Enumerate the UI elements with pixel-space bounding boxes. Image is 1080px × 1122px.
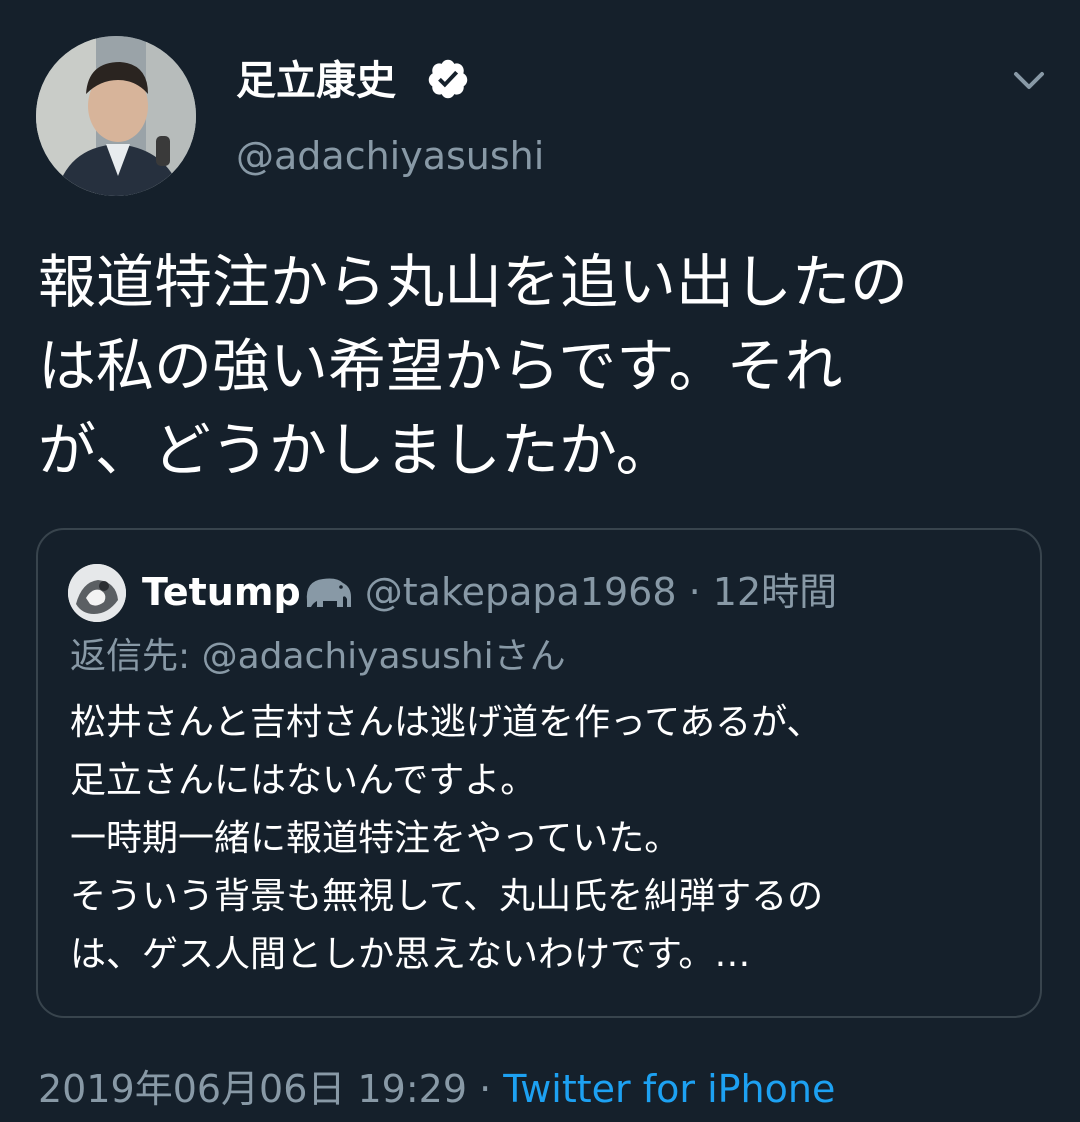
quoted-tweet-header: Tetump @takepapa1968 · 12時間 (142, 566, 837, 618)
tweet-text-line: 報道特注から丸山を追い出したの (38, 248, 909, 316)
tweet-timestamp[interactable]: 2019年06月06日 19:29 (38, 1067, 467, 1111)
more-options-button[interactable] (1006, 58, 1052, 104)
author-avatar[interactable] (36, 36, 196, 196)
verified-badge-icon (428, 59, 468, 99)
chevron-down-icon (1014, 72, 1044, 89)
quoted-tweet-line: そういう背景も無視して、丸山氏を糾弾するの (70, 876, 824, 917)
quoted-tweet-card[interactable]: Tetump @takepapa1968 · 12時間 返信先: @adachi… (36, 528, 1042, 1018)
tweet-text: 報道特注から丸山を追い出したの は私の強い希望からです。それ が、どうかしました… (38, 240, 1048, 492)
tweet-text-line: は私の強い希望からです。それ (38, 332, 843, 400)
tweet-text-line: が、どうかしましたか。 (38, 416, 674, 484)
separator-dot: · (688, 570, 701, 614)
quoted-author-name[interactable]: Tetump (142, 570, 301, 614)
quoted-tweet-line: 松井さんと吉村さんは逃げ道を作ってあるが、 (70, 702, 823, 743)
author-display-name[interactable]: 足立康史 (236, 56, 396, 106)
quoted-avatar-image (68, 564, 126, 622)
separator-dot: · (479, 1067, 492, 1111)
author-handle[interactable]: @adachiyasushi (236, 132, 544, 180)
quoted-tweet-text: 松井さんと吉村さんは逃げ道を作ってあるが、 足立さんにはないんですよ。 一時期一… (70, 694, 1020, 984)
reply-to-label: 返信先: @adachiyasushiさん (70, 636, 566, 677)
quoted-tweet-time[interactable]: 12時間 (713, 570, 837, 614)
quoted-tweet-line: 一時期一緒に報道特注をやっていた。 (70, 818, 681, 859)
quoted-author-avatar (68, 564, 126, 622)
elephant-icon (306, 578, 351, 607)
author-avatar-image (36, 36, 196, 196)
tweet-source-link[interactable]: Twitter for iPhone (503, 1067, 835, 1111)
quoted-tweet-line: は、ゲス人間としか思えないわけです。… (70, 934, 751, 975)
tweet-footer: 2019年06月06日 19:29 · Twitter for iPhone (38, 1064, 835, 1114)
quoted-tweet-line: 足立さんにはないんですよ。 (70, 760, 537, 801)
quoted-author-handle[interactable]: @takepapa1968 (365, 570, 677, 614)
